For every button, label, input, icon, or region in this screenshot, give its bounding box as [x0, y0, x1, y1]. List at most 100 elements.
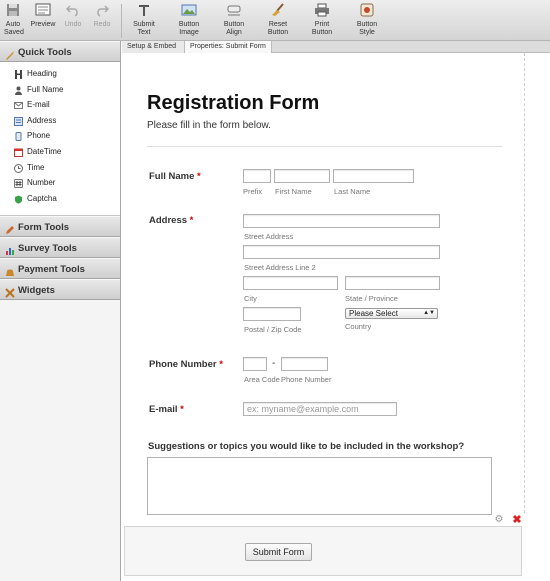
calendar-icon [14, 147, 23, 157]
tool-datetime-label: DateTime [27, 146, 62, 156]
suggestions-label: Suggestions or topics you would like to … [148, 441, 465, 452]
street-address-2-sublabel: Street Address Line 2 [244, 263, 316, 272]
tool-phone[interactable]: Phone [0, 128, 120, 144]
last-name-input[interactable] [333, 169, 414, 183]
auto-saved-label: Auto [5, 21, 21, 28]
first-name-input[interactable] [274, 169, 330, 183]
phone-number-input[interactable] [281, 357, 328, 371]
header-divider [147, 146, 502, 147]
reset-button-label-2: Button [267, 29, 289, 36]
envelope-icon [14, 100, 23, 110]
reset-button-label: Reset [268, 21, 288, 28]
tool-captcha-label: Captcha [27, 193, 57, 203]
button-image-button[interactable]: Button Image [174, 3, 204, 37]
widgets-icon [5, 285, 15, 298]
submit-text-button[interactable]: Submit Text [130, 3, 158, 37]
country-select-value: Please Select [349, 309, 398, 318]
tool-heading[interactable]: Heading [0, 66, 120, 82]
category-form-tools[interactable]: Form Tools [0, 216, 120, 237]
tool-captcha[interactable]: Captcha [0, 191, 120, 207]
toolbar-separator [121, 4, 122, 38]
area-code-input[interactable] [243, 357, 267, 371]
auto-saved-button[interactable]: Auto Saved [4, 3, 24, 37]
tool-datetime[interactable]: DateTime [0, 144, 120, 160]
submit-text-label-2: Text [137, 29, 151, 36]
submit-button-area[interactable]: Submit Form [124, 526, 522, 576]
tab-setup-embed[interactable]: Setup & Embed [122, 41, 185, 53]
tool-full-name[interactable]: Full Name [0, 82, 120, 98]
last-name-sublabel: Last Name [334, 187, 371, 196]
tab-bar: Setup & Embed Properties: Submit Form [122, 41, 550, 53]
suggestions-textarea[interactable] [147, 457, 492, 515]
street-address-input[interactable] [243, 214, 440, 228]
gear-icon[interactable]: ⚙ [493, 514, 505, 526]
category-payment-tools[interactable]: Payment Tools [0, 258, 120, 279]
form-tools-label: Form Tools [18, 222, 70, 233]
phone-number-label: Phone Number * [149, 359, 223, 370]
pencil-icon [5, 222, 15, 234]
category-widgets[interactable]: Widgets [0, 279, 120, 300]
tool-email-label: E-mail [27, 100, 50, 110]
tab-properties[interactable]: Properties: Submit Form [185, 41, 272, 53]
delete-x-icon[interactable]: ✖ [511, 514, 523, 526]
form-title[interactable]: Registration Form [147, 92, 319, 115]
required-mark: * [180, 404, 184, 415]
category-quick-tools[interactable]: Quick Tools [0, 41, 120, 62]
broom-icon [270, 3, 286, 19]
button-style-button[interactable]: Button Style [352, 3, 382, 37]
street-address-sublabel: Street Address [244, 232, 294, 241]
category-survey-tools[interactable]: Survey Tools [0, 237, 120, 258]
area-code-sublabel: Area Code [244, 375, 280, 384]
payment-tools-label: Payment Tools [18, 264, 85, 275]
prefix-input[interactable] [243, 169, 271, 183]
email-label: E-mail * [149, 404, 184, 415]
image-icon [181, 3, 197, 19]
tool-heading-label: Heading [27, 69, 57, 78]
widgets-label: Widgets [18, 285, 55, 296]
tool-time[interactable]: Time [0, 160, 120, 176]
tool-time-label: Time [27, 162, 45, 172]
button-align-label-2: Align [226, 29, 242, 36]
toolbar: Auto Saved Preview Undo Redo Submit Text… [0, 0, 550, 41]
auto-saved-label-2: Saved [4, 29, 24, 36]
tool-email[interactable]: E-mail [0, 97, 120, 113]
undo-button[interactable]: Undo [63, 3, 83, 29]
country-sublabel: Country [345, 322, 372, 331]
submit-button[interactable]: Submit Form [245, 543, 312, 561]
shield-icon [14, 194, 23, 204]
phone-icon [14, 131, 23, 142]
tool-number[interactable]: Number [0, 175, 120, 191]
phone-number-sublabel: Phone Number [281, 375, 332, 384]
city-sublabel: City [244, 294, 257, 303]
country-select[interactable]: Please Select ▲▼ [345, 308, 438, 319]
quick-tools-label: Quick Tools [18, 47, 72, 58]
button-align-button[interactable]: Button Align [219, 3, 249, 37]
phone-number-label-text: Phone Number [149, 359, 217, 370]
city-input[interactable] [243, 276, 338, 290]
print-button-label-2: Button [311, 29, 333, 36]
quick-tools-icon [5, 47, 15, 60]
email-input[interactable]: ex: myname@example.com [243, 402, 397, 416]
street-address-2-input[interactable] [243, 245, 440, 259]
state-input[interactable] [345, 276, 440, 290]
money-icon [5, 264, 15, 276]
reset-button-button[interactable]: Reset Button [263, 3, 293, 37]
tool-number-label: Number [27, 178, 56, 188]
submit-text-label: Submit [133, 21, 155, 28]
number-icon [14, 178, 23, 189]
preview-label: Preview [30, 21, 56, 28]
button-image-label: Button [178, 21, 200, 28]
tool-address[interactable]: Address [0, 113, 120, 129]
prefix-sublabel: Prefix [243, 187, 263, 196]
full-name-label-text: Full Name [149, 171, 195, 182]
preview-button[interactable]: Preview [29, 3, 57, 29]
email-placeholder: ex: myname@example.com [247, 404, 359, 414]
address-icon [14, 116, 23, 126]
redo-button[interactable]: Redo [92, 3, 112, 29]
print-button-button[interactable]: Print Button [308, 3, 336, 37]
quick-tools-list: Heading Full Name E-mail Address Phone D… [0, 62, 120, 216]
zip-sublabel: Postal / Zip Code [244, 325, 302, 334]
zip-input[interactable] [243, 307, 301, 321]
state-sublabel: State / Province [345, 294, 398, 303]
email-label-text: E-mail [149, 404, 178, 415]
